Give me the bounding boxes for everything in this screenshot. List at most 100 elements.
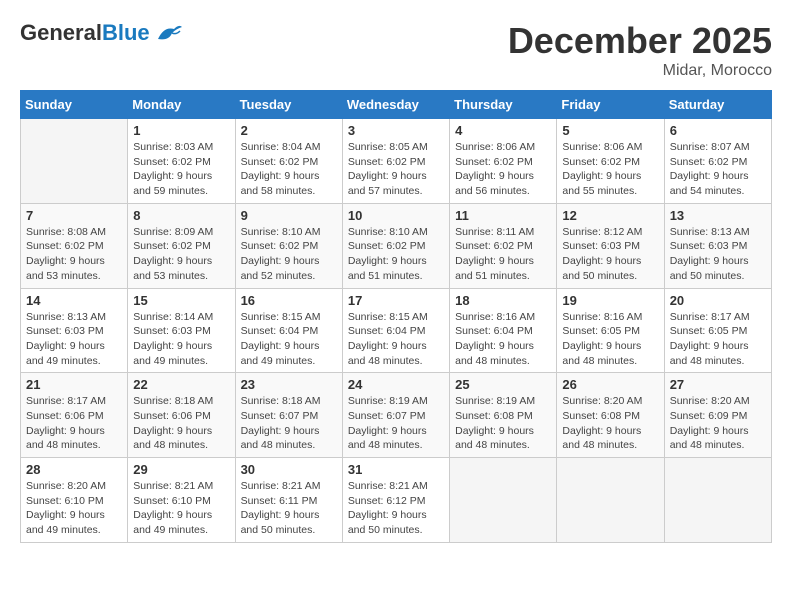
day-info: Sunrise: 8:20 AMSunset: 6:09 PMDaylight:…: [670, 394, 766, 453]
calendar-cell: 3 Sunrise: 8:05 AMSunset: 6:02 PMDaylight…: [342, 119, 449, 204]
day-number: 9: [241, 208, 337, 223]
day-info: Sunrise: 8:07 AMSunset: 6:02 PMDaylight:…: [670, 140, 766, 199]
calendar-cell: 28Sunrise: 8:20 AMSunset: 6:10 PMDayligh…: [21, 458, 128, 543]
header: GeneralBlue December 2025 Midar, Morocco: [20, 20, 772, 80]
calendar-cell: [450, 458, 557, 543]
day-info: Sunrise: 8:13 AMSunset: 6:03 PMDaylight:…: [670, 225, 766, 284]
calendar-cell: 7 Sunrise: 8:08 AMSunset: 6:02 PMDaylight…: [21, 203, 128, 288]
col-header-friday: Friday: [557, 91, 664, 119]
calendar-cell: 27Sunrise: 8:20 AMSunset: 6:09 PMDayligh…: [664, 373, 771, 458]
day-number: 16: [241, 293, 337, 308]
day-number: 8: [133, 208, 229, 223]
day-info: Sunrise: 8:16 AMSunset: 6:04 PMDaylight:…: [455, 310, 551, 369]
calendar-cell: 18 Sunrise: 8:16 AMSunset: 6:04 PMDayligh…: [450, 288, 557, 373]
calendar-week-2: 7 Sunrise: 8:08 AMSunset: 6:02 PMDaylight…: [21, 203, 772, 288]
calendar: SundayMondayTuesdayWednesdayThursdayFrid…: [20, 90, 772, 543]
calendar-week-5: 28Sunrise: 8:20 AMSunset: 6:10 PMDayligh…: [21, 458, 772, 543]
calendar-cell: 15Sunrise: 8:14 AMSunset: 6:03 PMDayligh…: [128, 288, 235, 373]
calendar-cell: 4Sunrise: 8:06 AMSunset: 6:02 PMDaylight…: [450, 119, 557, 204]
logo: GeneralBlue: [20, 20, 184, 46]
calendar-cell: [21, 119, 128, 204]
day-number: 3: [348, 123, 444, 138]
calendar-cell: 31Sunrise: 8:21 AMSunset: 6:12 PMDayligh…: [342, 458, 449, 543]
calendar-week-1: 1 Sunrise: 8:03 AMSunset: 6:02 PMDaylight…: [21, 119, 772, 204]
col-header-sunday: Sunday: [21, 91, 128, 119]
logo-blue: Blue: [102, 20, 150, 45]
day-number: 19: [562, 293, 658, 308]
calendar-cell: 10 Sunrise: 8:10 AMSunset: 6:02 PMDayligh…: [342, 203, 449, 288]
day-number: 7: [26, 208, 122, 223]
location: Midar, Morocco: [508, 62, 772, 80]
calendar-cell: 29 Sunrise: 8:21 AMSunset: 6:10 PMDayligh…: [128, 458, 235, 543]
calendar-cell: 5Sunrise: 8:06 AMSunset: 6:02 PMDaylight…: [557, 119, 664, 204]
day-number: 21: [26, 377, 122, 392]
day-number: 29: [133, 462, 229, 477]
calendar-cell: 2 Sunrise: 8:04 AMSunset: 6:02 PMDaylight…: [235, 119, 342, 204]
calendar-cell: 9 Sunrise: 8:10 AMSunset: 6:02 PMDaylight…: [235, 203, 342, 288]
calendar-cell: [664, 458, 771, 543]
calendar-cell: 6 Sunrise: 8:07 AMSunset: 6:02 PMDaylight…: [664, 119, 771, 204]
calendar-cell: 8 Sunrise: 8:09 AMSunset: 6:02 PMDaylight…: [128, 203, 235, 288]
logo-bird-icon: [154, 21, 184, 46]
calendar-cell: 13Sunrise: 8:13 AMSunset: 6:03 PMDayligh…: [664, 203, 771, 288]
day-number: 18: [455, 293, 551, 308]
calendar-cell: 22 Sunrise: 8:18 AMSunset: 6:06 PMDayligh…: [128, 373, 235, 458]
day-info: Sunrise: 8:08 AMSunset: 6:02 PMDaylight:…: [26, 225, 122, 284]
col-header-monday: Monday: [128, 91, 235, 119]
title-area: December 2025 Midar, Morocco: [508, 20, 772, 80]
day-info: Sunrise: 8:19 AMSunset: 6:07 PMDaylight:…: [348, 394, 444, 453]
day-number: 1: [133, 123, 229, 138]
day-info: Sunrise: 8:20 AMSunset: 6:10 PMDaylight:…: [26, 479, 122, 538]
day-number: 17: [348, 293, 444, 308]
day-number: 12: [562, 208, 658, 223]
day-number: 24: [348, 377, 444, 392]
col-header-tuesday: Tuesday: [235, 91, 342, 119]
col-header-wednesday: Wednesday: [342, 91, 449, 119]
day-number: 22: [133, 377, 229, 392]
day-info: Sunrise: 8:21 AMSunset: 6:10 PMDaylight:…: [133, 479, 229, 538]
day-info: Sunrise: 8:20 AMSunset: 6:08 PMDaylight:…: [562, 394, 658, 453]
day-info: Sunrise: 8:21 AMSunset: 6:12 PMDaylight:…: [348, 479, 444, 538]
calendar-cell: 19 Sunrise: 8:16 AMSunset: 6:05 PMDayligh…: [557, 288, 664, 373]
calendar-cell: 30 Sunrise: 8:21 AMSunset: 6:11 PMDayligh…: [235, 458, 342, 543]
day-number: 2: [241, 123, 337, 138]
day-number: 26: [562, 377, 658, 392]
day-number: 10: [348, 208, 444, 223]
col-header-saturday: Saturday: [664, 91, 771, 119]
day-number: 14: [26, 293, 122, 308]
calendar-cell: 17 Sunrise: 8:15 AMSunset: 6:04 PMDayligh…: [342, 288, 449, 373]
day-info: Sunrise: 8:10 AMSunset: 6:02 PMDaylight:…: [348, 225, 444, 284]
day-number: 15: [133, 293, 229, 308]
col-header-thursday: Thursday: [450, 91, 557, 119]
calendar-week-4: 21 Sunrise: 8:17 AMSunset: 6:06 PMDayligh…: [21, 373, 772, 458]
day-info: Sunrise: 8:18 AMSunset: 6:06 PMDaylight:…: [133, 394, 229, 453]
calendar-cell: 12 Sunrise: 8:12 AMSunset: 6:03 PMDayligh…: [557, 203, 664, 288]
day-info: Sunrise: 8:06 AMSunset: 6:02 PMDaylight:…: [455, 140, 551, 199]
day-info: Sunrise: 8:12 AMSunset: 6:03 PMDaylight:…: [562, 225, 658, 284]
calendar-cell: 20 Sunrise: 8:17 AMSunset: 6:05 PMDayligh…: [664, 288, 771, 373]
day-info: Sunrise: 8:13 AMSunset: 6:03 PMDaylight:…: [26, 310, 122, 369]
day-info: Sunrise: 8:04 AMSunset: 6:02 PMDaylight:…: [241, 140, 337, 199]
calendar-cell: 24 Sunrise: 8:19 AMSunset: 6:07 PMDayligh…: [342, 373, 449, 458]
day-number: 6: [670, 123, 766, 138]
day-info: Sunrise: 8:17 AMSunset: 6:05 PMDaylight:…: [670, 310, 766, 369]
day-info: Sunrise: 8:10 AMSunset: 6:02 PMDaylight:…: [241, 225, 337, 284]
day-info: Sunrise: 8:09 AMSunset: 6:02 PMDaylight:…: [133, 225, 229, 284]
day-number: 5: [562, 123, 658, 138]
calendar-cell: 16 Sunrise: 8:15 AMSunset: 6:04 PMDayligh…: [235, 288, 342, 373]
day-info: Sunrise: 8:05 AMSunset: 6:02 PMDaylight:…: [348, 140, 444, 199]
day-info: Sunrise: 8:15 AMSunset: 6:04 PMDaylight:…: [348, 310, 444, 369]
day-info: Sunrise: 8:17 AMSunset: 6:06 PMDaylight:…: [26, 394, 122, 453]
calendar-cell: 1 Sunrise: 8:03 AMSunset: 6:02 PMDaylight…: [128, 119, 235, 204]
day-number: 30: [241, 462, 337, 477]
day-info: Sunrise: 8:03 AMSunset: 6:02 PMDaylight:…: [133, 140, 229, 199]
calendar-cell: 26 Sunrise: 8:20 AMSunset: 6:08 PMDayligh…: [557, 373, 664, 458]
day-info: Sunrise: 8:19 AMSunset: 6:08 PMDaylight:…: [455, 394, 551, 453]
logo-general: General: [20, 20, 102, 45]
day-info: Sunrise: 8:21 AMSunset: 6:11 PMDaylight:…: [241, 479, 337, 538]
calendar-cell: 21 Sunrise: 8:17 AMSunset: 6:06 PMDayligh…: [21, 373, 128, 458]
day-info: Sunrise: 8:16 AMSunset: 6:05 PMDaylight:…: [562, 310, 658, 369]
day-number: 20: [670, 293, 766, 308]
day-info: Sunrise: 8:15 AMSunset: 6:04 PMDaylight:…: [241, 310, 337, 369]
day-number: 23: [241, 377, 337, 392]
